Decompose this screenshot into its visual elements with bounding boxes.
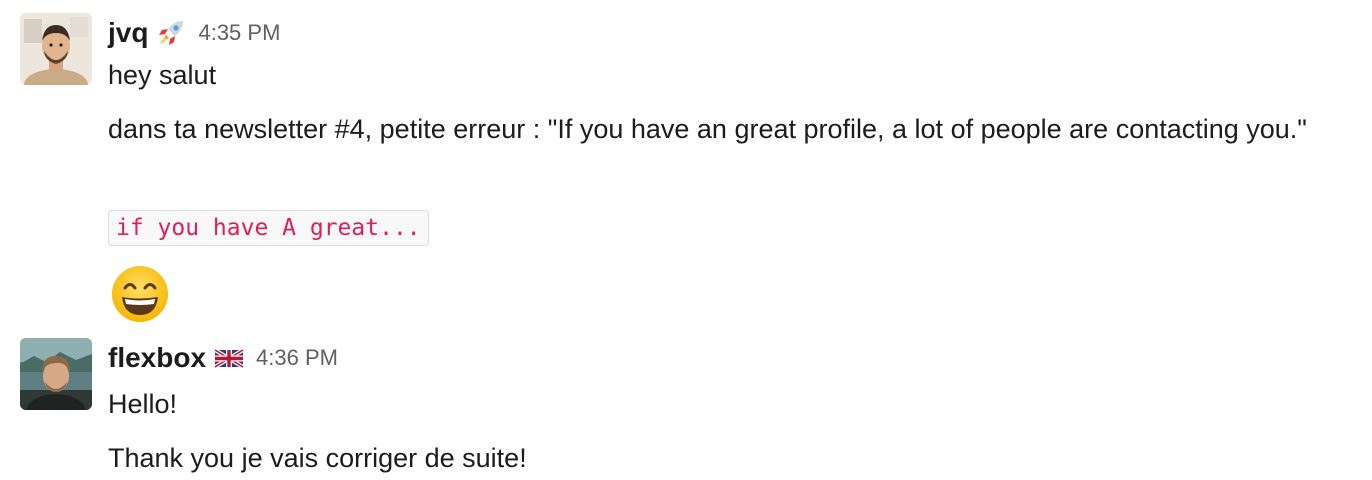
message-header: flexbox 4:36 PM [108, 338, 338, 378]
message-text: Thank you je vais corriger de suite! [108, 443, 527, 473]
avatar-image [20, 13, 92, 85]
username[interactable]: jvq [108, 17, 148, 49]
grinning-face-icon [110, 264, 170, 324]
message-text: dans ta newsletter #4, petite erreur : "… [108, 114, 1307, 144]
avatar[interactable] [20, 338, 92, 410]
avatar[interactable] [20, 13, 92, 85]
uk-flag-icon [213, 343, 245, 373]
message-header: jvq 4:35 PM [108, 13, 280, 53]
timestamp[interactable]: 4:35 PM [198, 20, 280, 46]
username[interactable]: flexbox [108, 342, 206, 374]
timestamp[interactable]: 4:36 PM [256, 345, 338, 371]
message-text: Hello! [108, 389, 178, 419]
avatar-image [20, 338, 92, 410]
message-text: hey salut [108, 60, 217, 90]
rocket-icon [156, 18, 186, 48]
inline-code: if you have A great... [108, 210, 429, 246]
